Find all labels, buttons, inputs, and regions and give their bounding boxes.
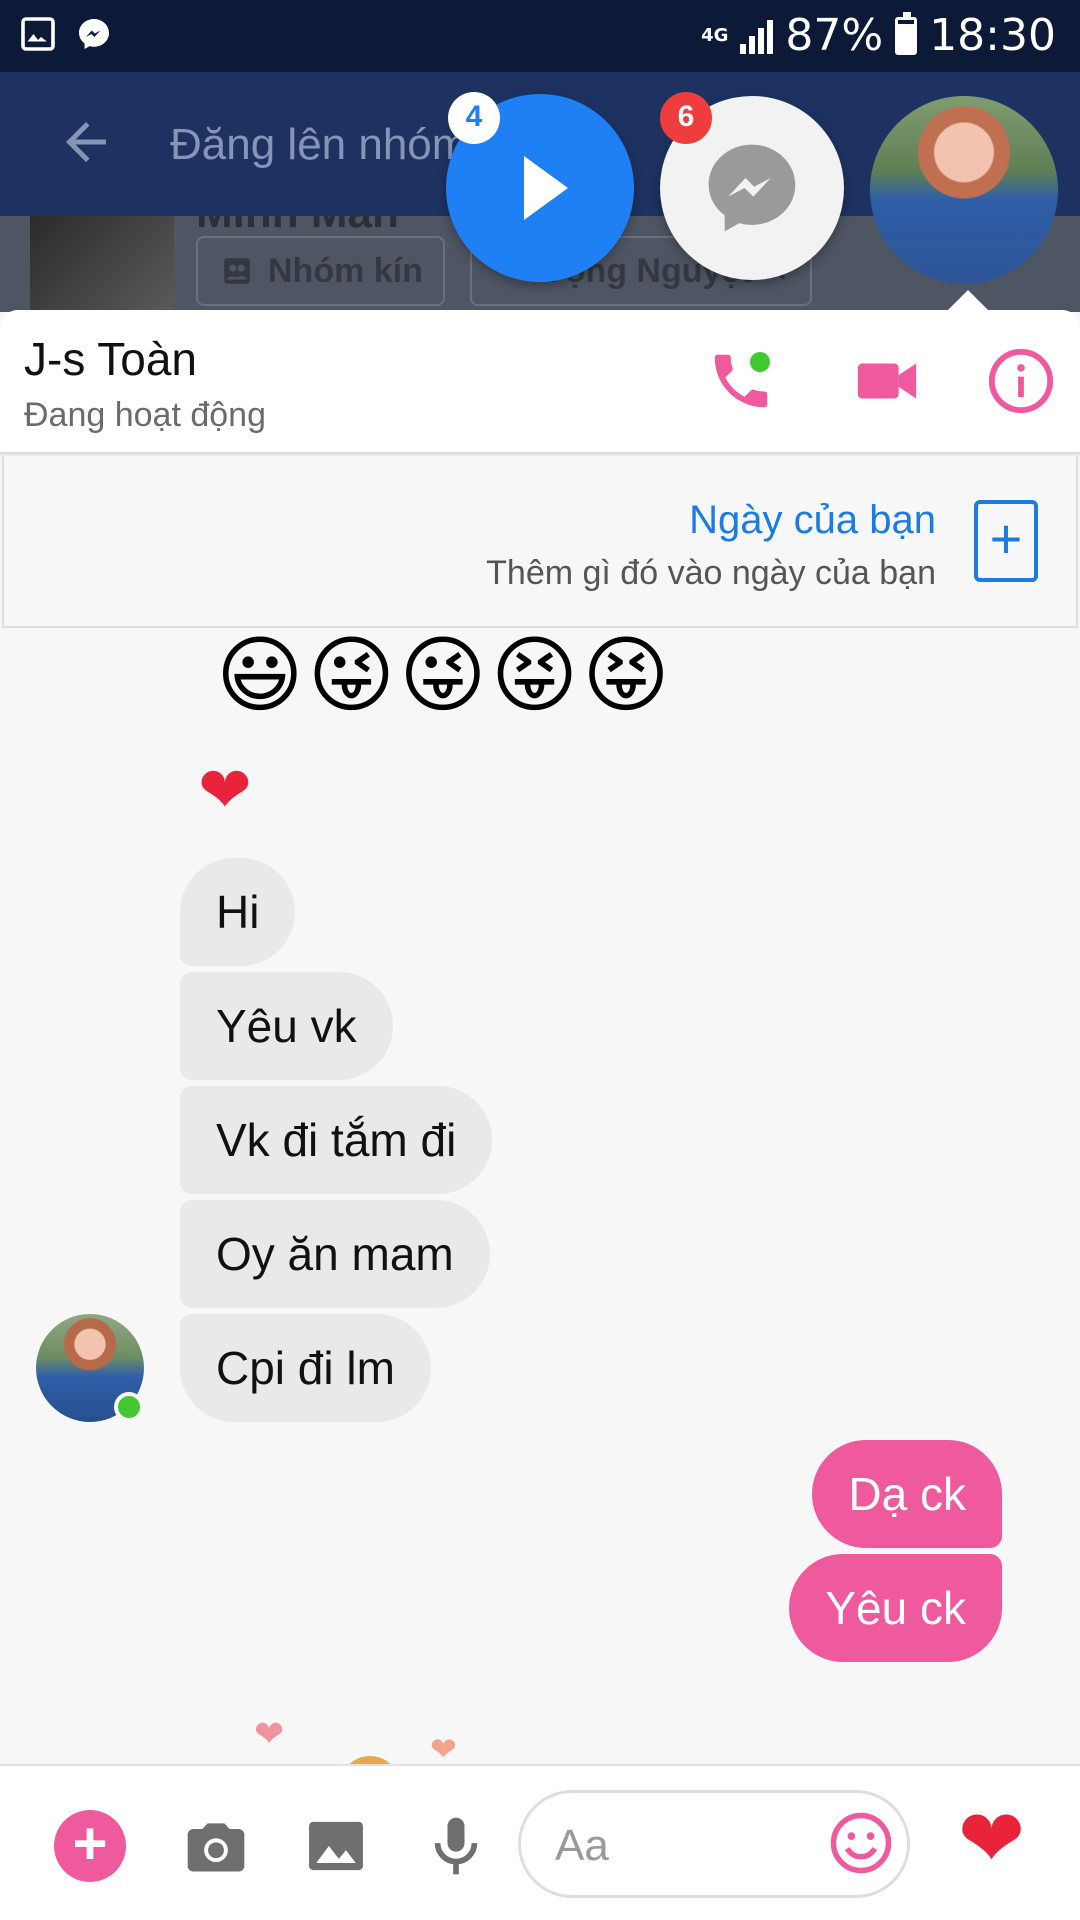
heart-message: ❤ bbox=[198, 754, 252, 828]
gallery-icon[interactable] bbox=[302, 1812, 370, 1880]
incoming-message[interactable]: Vk đi tắm đi bbox=[180, 1086, 493, 1194]
play-icon bbox=[524, 156, 568, 220]
group-icon bbox=[224, 258, 250, 284]
emoji-message: 😃😜😜😝😝 bbox=[216, 626, 674, 724]
like-heart-button[interactable]: ❤ bbox=[958, 1792, 1025, 1885]
chat-window: J-s Toàn Đang hoạt động Ngày của bạn Thê… bbox=[0, 310, 1080, 1920]
message-input-placeholder: Aa bbox=[555, 1821, 609, 1870]
clock: 18:30 bbox=[929, 10, 1056, 61]
video-call-icon[interactable] bbox=[852, 346, 922, 416]
floating-heart-icon: ❤ bbox=[254, 1714, 285, 1755]
back-arrow-icon[interactable] bbox=[56, 112, 116, 172]
signal-icon bbox=[740, 18, 774, 54]
your-day-subtitle: Thêm gì đó vào ngày của bạn bbox=[486, 554, 936, 592]
online-indicator bbox=[114, 1392, 144, 1422]
emoji-picker-icon[interactable] bbox=[828, 1810, 894, 1876]
incoming-message[interactable]: Cpi đi lm bbox=[180, 1314, 431, 1422]
group-thumbnail bbox=[30, 216, 174, 312]
outgoing-message[interactable]: Yêu ck bbox=[789, 1554, 1002, 1662]
outgoing-message[interactable]: Dạ ck bbox=[812, 1440, 1002, 1548]
incoming-message[interactable]: Hi bbox=[180, 858, 296, 966]
floating-heart-icon: ❤ bbox=[430, 1730, 457, 1768]
messenger-notification-icon bbox=[79, 19, 109, 49]
info-icon[interactable] bbox=[986, 346, 1056, 416]
contact-chat-head-avatar[interactable] bbox=[870, 96, 1058, 284]
group-name: Minh Mẫn bbox=[196, 216, 399, 238]
your-day-prompt[interactable]: Ngày của bạn Thêm gì đó vào ngày của bạn… bbox=[2, 456, 1078, 628]
message-composer: + Aa ❤ bbox=[0, 1764, 1080, 1920]
incoming-message[interactable]: Oy ăn mam bbox=[180, 1200, 490, 1308]
add-story-button[interactable]: + bbox=[974, 500, 1038, 582]
closed-group-label: Nhóm kín bbox=[268, 252, 423, 290]
network-type: 4G bbox=[701, 24, 729, 46]
messenger-icon bbox=[708, 144, 796, 232]
background-app-title: Đăng lên nhóm bbox=[170, 120, 469, 169]
more-actions-button[interactable]: + bbox=[54, 1810, 126, 1882]
call-online-indicator bbox=[750, 352, 770, 372]
contact-name[interactable]: J-s Toàn bbox=[24, 332, 197, 386]
gallery-notification-icon bbox=[21, 17, 55, 51]
closed-group-chip[interactable]: Nhóm kín bbox=[196, 236, 445, 306]
battery-percent: 87% bbox=[785, 10, 884, 61]
conversation-header: J-s Toàn Đang hoạt động bbox=[0, 310, 1080, 454]
messenger-unread-badge: 6 bbox=[660, 92, 712, 144]
status-bar: 4G 87% 18:30 bbox=[0, 0, 1080, 72]
camera-icon[interactable] bbox=[182, 1812, 250, 1880]
contact-status: Đang hoạt động bbox=[24, 396, 266, 434]
microphone-icon[interactable] bbox=[422, 1812, 490, 1880]
chat-head-pointer bbox=[946, 290, 990, 312]
battery-icon bbox=[895, 11, 918, 55]
your-day-title[interactable]: Ngày của bạn bbox=[689, 498, 936, 543]
video-unread-badge: 4 bbox=[448, 92, 500, 144]
incoming-message[interactable]: Yêu vk bbox=[180, 972, 393, 1080]
